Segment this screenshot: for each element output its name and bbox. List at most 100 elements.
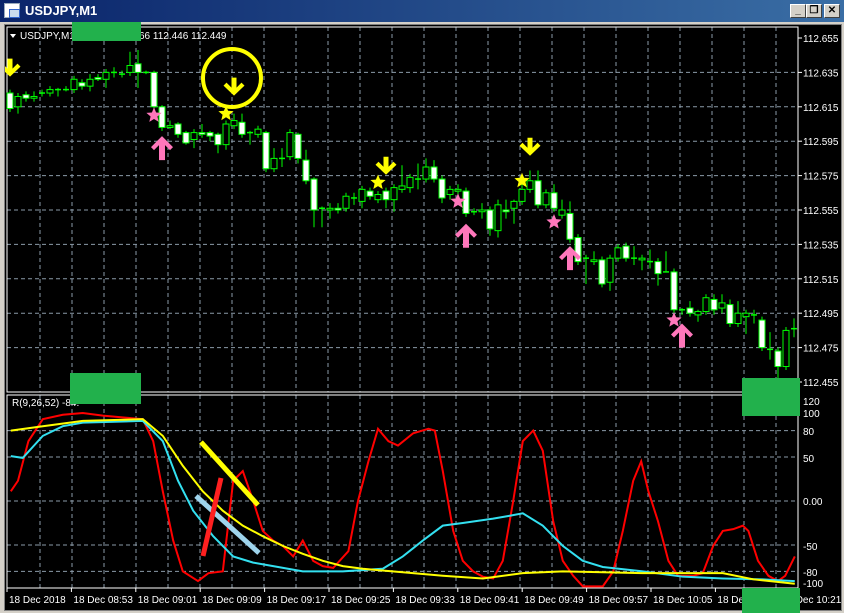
candle — [598, 256, 606, 288]
candle-body-bull — [694, 310, 702, 316]
candle — [670, 268, 678, 314]
candle — [502, 199, 510, 219]
candle — [791, 318, 797, 338]
indicator-line-r9 — [9, 411, 796, 588]
time-axis-label: 18 Dec 09:33 — [395, 595, 455, 606]
restore-button[interactable]: ❐ — [806, 4, 822, 18]
candle — [734, 301, 742, 327]
buy-arrow-icon — [151, 136, 173, 161]
chart-quote-label: 66 112.446 112.449 — [139, 31, 227, 42]
minimize-button[interactable]: _ — [790, 4, 806, 18]
candle — [310, 177, 318, 228]
candle-body-bull — [510, 200, 518, 209]
candle-body-bull — [406, 176, 414, 189]
candle-body-bull — [702, 297, 710, 312]
candle — [702, 294, 710, 315]
candle — [782, 326, 790, 370]
candle — [294, 132, 302, 164]
candle-body-bear — [550, 192, 558, 209]
candle-body-bull — [478, 209, 486, 213]
candle — [214, 132, 222, 154]
time-axis-label: 18 Dec 09:01 — [138, 595, 198, 606]
candle-body-bull — [542, 192, 550, 206]
candle — [63, 86, 69, 92]
candle-body-bull — [342, 195, 350, 209]
candle-body-bear — [382, 190, 390, 201]
sell-arrow-icon — [519, 137, 541, 156]
chart-area[interactable]: 112.655 112.635 112.615 112.595 112.575 112.5… — [4, 24, 842, 611]
candle — [94, 74, 102, 81]
candle-body-bear — [22, 94, 30, 99]
candle-body-bull — [46, 89, 54, 94]
candle-body-bull — [102, 71, 110, 80]
candle — [534, 170, 542, 209]
candle — [390, 184, 398, 212]
grid — [7, 27, 798, 588]
redaction-box — [742, 588, 800, 613]
close-button[interactable]: ✕ — [824, 4, 840, 18]
price-axis-label: 112.655 — [803, 34, 839, 45]
sell-star-icon — [370, 174, 386, 189]
candle-body-bull — [190, 132, 198, 140]
candle-body-bull — [614, 247, 622, 259]
candle-body-bull — [126, 65, 134, 73]
candle — [462, 187, 470, 217]
candle-body-bull — [606, 257, 614, 283]
candle — [438, 175, 446, 204]
candle — [454, 184, 462, 195]
candle-body-bull — [390, 187, 398, 201]
candle-body-bear — [334, 207, 342, 211]
chart-window-icon — [4, 3, 20, 18]
candle — [718, 294, 726, 314]
time-axis-label: 18 Dec 08:53 — [73, 595, 133, 606]
redaction-box — [72, 22, 141, 41]
candle — [22, 91, 30, 102]
candle — [334, 203, 342, 214]
candle — [478, 203, 486, 219]
candle-body-bull — [70, 78, 78, 91]
candle — [574, 234, 582, 266]
price-axis-label: 112.615 — [803, 103, 839, 114]
window-title: USDJPY,M1 — [25, 3, 98, 18]
header-dropdown-icon[interactable] — [10, 34, 16, 38]
time-axis-label: 18 Dec 2018 — [9, 595, 66, 606]
candle — [679, 308, 685, 315]
candle — [351, 192, 357, 205]
drawn-yellow-line[interactable] — [199, 440, 260, 507]
candle — [143, 70, 149, 75]
candle — [247, 130, 253, 145]
candle-body-bear — [94, 77, 102, 80]
time-axis-label: 18 Dec 09:57 — [589, 595, 649, 606]
indicator-axis-label: 120 — [803, 397, 820, 408]
candle — [526, 170, 534, 193]
candle — [182, 130, 190, 145]
time-axis-label: 18 Dec 09:41 — [460, 595, 520, 606]
price-axis-label: 112.595 — [803, 137, 839, 148]
candle — [14, 93, 22, 114]
candle — [55, 87, 61, 97]
candle-body-bull — [590, 259, 598, 263]
candle-body-bear — [238, 121, 246, 135]
candle — [542, 189, 550, 209]
candle — [6, 89, 14, 112]
candle — [590, 251, 598, 266]
candle-body-bear — [366, 190, 374, 197]
candle — [174, 122, 182, 138]
price-axis-label: 112.495 — [803, 309, 839, 320]
candle-body-bull — [558, 209, 566, 216]
candle-body-bear — [206, 132, 214, 137]
candle — [446, 185, 454, 200]
candle — [206, 130, 214, 142]
candle-body-bear — [566, 212, 574, 240]
candle-body-bull — [30, 95, 38, 99]
candle — [622, 242, 630, 262]
candle — [694, 309, 702, 322]
sell-arrow-icon — [223, 77, 245, 96]
candle — [638, 254, 646, 271]
candle-body-bear — [78, 82, 86, 87]
time-axis-label: 18 Dec 10:05 — [653, 595, 713, 606]
chart-canvas[interactable]: 112.655 112.635 112.615 112.595 112.575 112.5… — [5, 25, 843, 612]
candle — [415, 163, 421, 190]
indicator-plot-frame — [6, 394, 799, 589]
candle-body-bull — [326, 207, 334, 211]
